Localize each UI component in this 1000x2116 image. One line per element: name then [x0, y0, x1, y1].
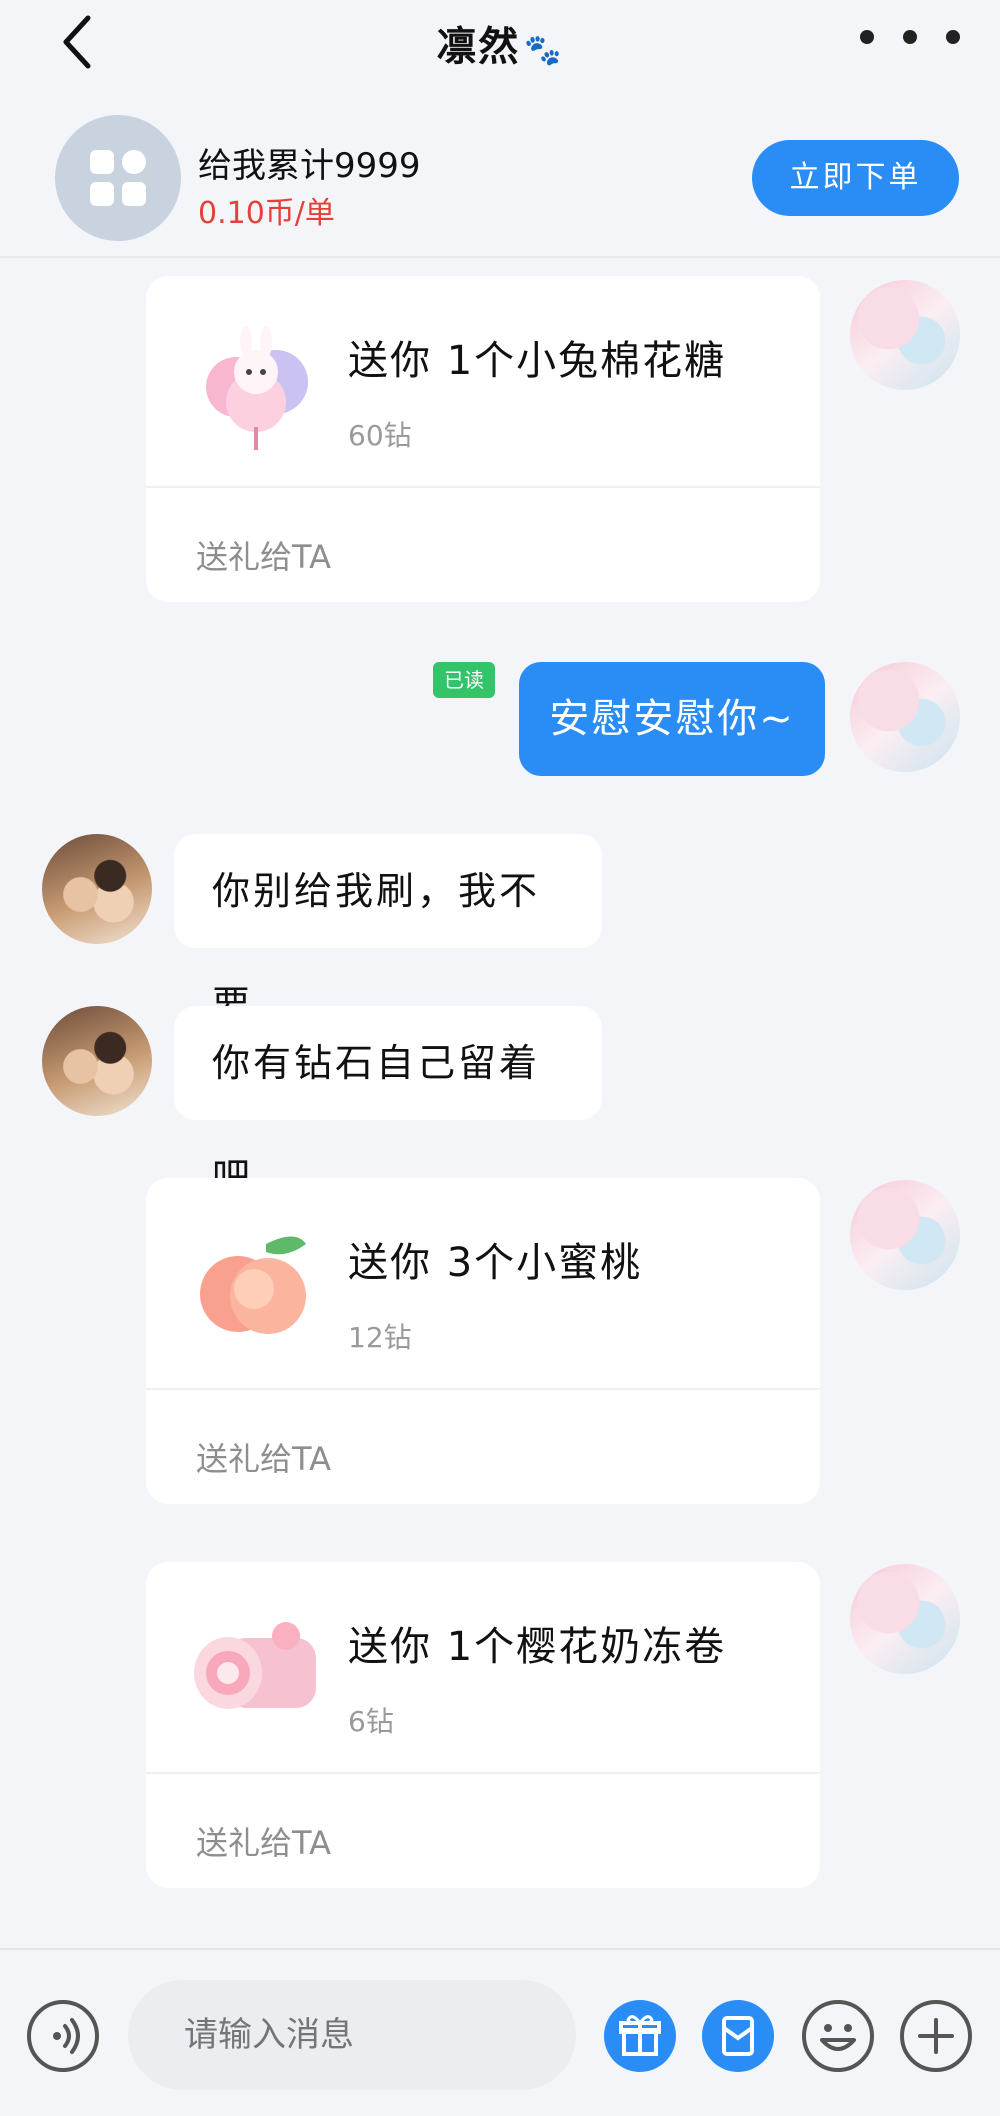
order-price: 0.10币/单	[198, 196, 335, 231]
my-avatar[interactable]	[850, 1564, 960, 1674]
my-avatar[interactable]	[850, 1180, 960, 1290]
gift-title: 送你 1个小兔棉花糖	[348, 338, 727, 384]
place-order-button[interactable]: 立即下单	[752, 140, 959, 216]
more-icon	[860, 30, 874, 44]
voice-button[interactable]	[27, 2000, 99, 2072]
gift-title: 送你 1个樱花奶冻卷	[348, 1624, 727, 1670]
contact-avatar[interactable]	[42, 834, 152, 944]
emoji-icon	[820, 2024, 856, 2051]
more-actions-button[interactable]	[900, 2000, 972, 2072]
gift-title: 送你 3个小蜜桃	[348, 1240, 643, 1286]
order-title: 给我累计9999	[198, 146, 421, 186]
divider	[146, 1388, 820, 1390]
emoji-button[interactable]	[802, 2000, 874, 2072]
send-gift-link[interactable]: 送礼给TA	[196, 1818, 331, 1864]
gift-price: 60钻	[348, 419, 412, 452]
gift-card[interactable]: 送你 1个小兔棉花糖 60钻 送礼给TA	[146, 276, 820, 602]
divider	[146, 486, 820, 488]
my-avatar[interactable]	[850, 662, 960, 772]
gift-button[interactable]	[604, 2000, 676, 2072]
chat-header: 凛然 🐾 给我累计9999 0.10币/单 立即下单	[0, 0, 1000, 258]
chat-title: 凛然 🐾	[0, 14, 1000, 72]
received-message-bubble[interactable]: 你有钻石自己留着吧	[174, 1006, 602, 1199]
red-packet-button[interactable]	[702, 2000, 774, 2072]
message-input[interactable]	[128, 1980, 576, 2090]
divider	[146, 1772, 820, 1774]
my-avatar[interactable]	[850, 280, 960, 390]
gift-card[interactable]: 送你 1个樱花奶冻卷 6钻 送礼给TA	[146, 1562, 820, 1888]
send-gift-link[interactable]: 送礼给TA	[196, 1434, 331, 1480]
cotton-candy-bunny-image	[186, 312, 326, 452]
send-gift-link[interactable]: 送礼给TA	[196, 532, 331, 578]
gift-price: 6钻	[348, 1705, 394, 1738]
sent-message-bubble[interactable]: 安慰安慰你~	[519, 662, 825, 776]
plus-icon	[918, 2018, 954, 2054]
grid-icon	[55, 115, 181, 241]
contact-avatar[interactable]	[42, 1006, 152, 1116]
paw-emoji: 🐾	[524, 33, 564, 68]
sakura-roll-cake-image	[186, 1598, 326, 1738]
red-packet-icon	[722, 2016, 754, 2056]
peach-image	[186, 1214, 326, 1354]
input-bar	[0, 1948, 1000, 2116]
read-status-badge: 已读	[433, 662, 495, 698]
gift-card[interactable]: 送你 3个小蜜桃 12钻 送礼给TA	[146, 1178, 820, 1504]
contact-name: 凛然	[436, 24, 521, 70]
voice-icon	[53, 2018, 80, 2054]
gift-price: 12钻	[348, 1321, 412, 1354]
more-button[interactable]	[860, 22, 960, 52]
received-message-bubble[interactable]: 你别给我刷，我不要	[174, 834, 602, 1027]
gift-icon	[619, 2015, 661, 2056]
